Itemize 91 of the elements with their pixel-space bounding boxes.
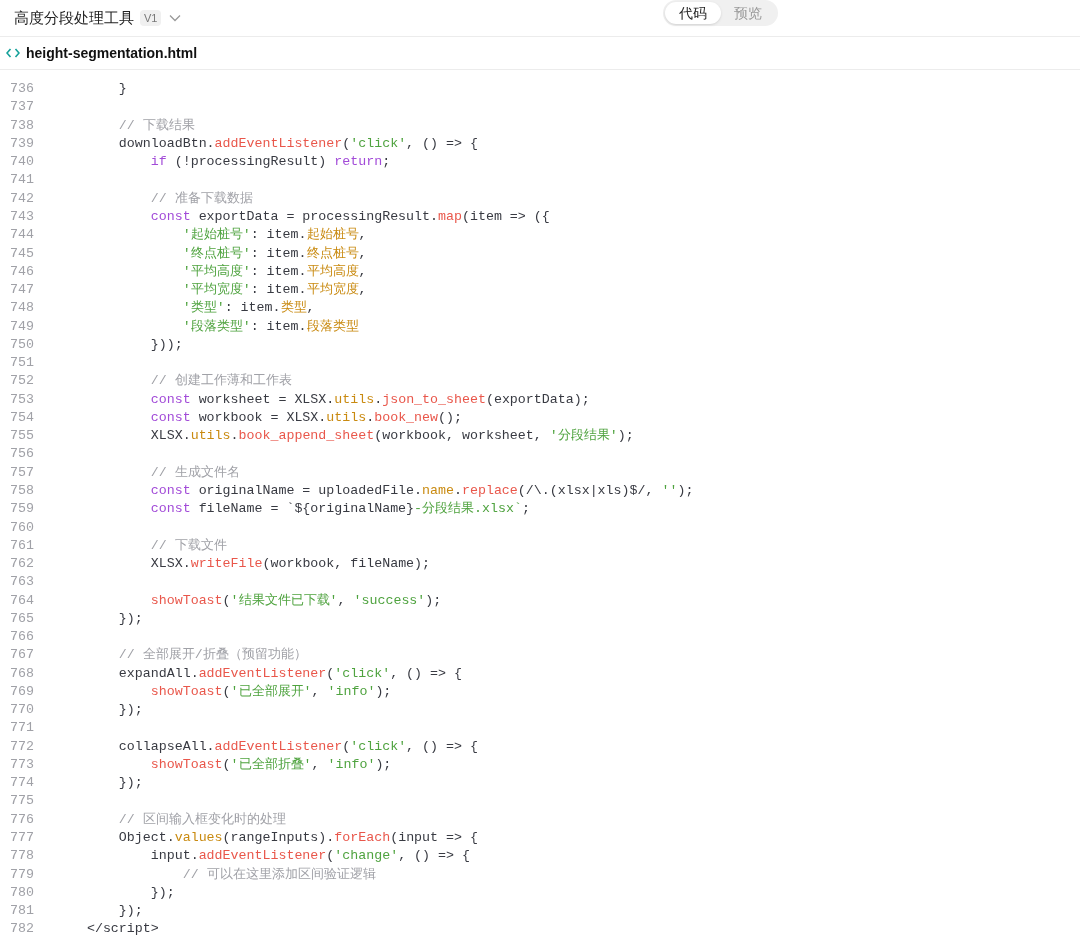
code-line: // 生成文件名: [149, 463, 240, 482]
code-line: const originalName = uploadedFile.name.replace(/\.(xlsx|xls)$/, '');: [149, 481, 694, 500]
line-number: 745: [9, 244, 35, 263]
code-line: });: [149, 883, 175, 902]
code-line: </script>: [85, 920, 159, 939]
code-line: '平均高度': item.平均高度,: [181, 262, 367, 281]
code-line: });: [117, 701, 143, 720]
file-name: height-segmentation.html: [26, 43, 198, 63]
line-number: 755: [9, 427, 35, 446]
app-title: 高度分段处理工具: [14, 7, 134, 28]
code-brackets-icon: [6, 48, 20, 58]
code-line: XLSX.utils.book_append_sheet(workbook, worksheet, '分段结果');: [149, 427, 634, 446]
line-number: 766: [9, 628, 35, 647]
code-line: // 下载文件: [149, 536, 227, 555]
line-number: 747: [9, 281, 35, 300]
line-number: 781: [9, 902, 35, 921]
line-number: 782: [9, 920, 35, 939]
line-number: 777: [9, 829, 35, 847]
code-line: // 全部展开/折叠（预留功能）: [117, 646, 307, 665]
line-number: 778: [9, 847, 35, 866]
line-number: 762: [9, 555, 35, 574]
code-line: showToast('已全部折叠', 'info');: [149, 755, 392, 774]
line-number: 736: [9, 80, 35, 99]
version-badge: V1: [140, 10, 162, 26]
line-number: 758: [9, 481, 35, 500]
line-number: 763: [9, 573, 35, 592]
line-number: 776: [9, 810, 35, 829]
code-line: input.addEventListener('change', () => {: [149, 847, 470, 866]
code-line: downloadBtn.addEventListener('click', () => {: [117, 134, 478, 153]
code-line: }: [117, 80, 127, 99]
code-line: '类型': item.类型,: [181, 299, 315, 318]
line-number: 744: [9, 226, 35, 245]
view-tab[interactable]: 代码: [665, 2, 721, 24]
code-line: const worksheet = XLSX.utils.json_to_sheet(exportData);: [149, 390, 590, 409]
code-line: const workbook = XLSX.utils.book_new();: [149, 408, 462, 427]
line-number: 741: [9, 171, 35, 190]
line-number: 770: [9, 701, 35, 720]
line-number: 754: [9, 408, 35, 427]
line-number: 759: [9, 500, 35, 519]
code-line: });: [117, 902, 143, 921]
code-line: '段落类型': item.段落类型: [181, 317, 359, 336]
line-number: 748: [9, 299, 35, 318]
line-number: 769: [9, 682, 35, 701]
code-line: showToast('已全部展开', 'info');: [149, 682, 392, 701]
line-number: 760: [9, 518, 35, 537]
code-line: XLSX.writeFile(workbook, fileName);: [149, 555, 431, 574]
code-line: '平均宽度': item.平均宽度,: [181, 281, 367, 300]
code-line: // 可以在这里添加区间验证逻辑: [181, 865, 376, 884]
code-line: Object.values(rangeInputs).forEach(input => {: [117, 829, 478, 847]
code-line: // 创建工作薄和工作表: [149, 372, 292, 391]
code-line: // 区间输入框变化时的处理: [117, 810, 286, 829]
line-number: 739: [9, 134, 35, 153]
code-line: collapseAll.addEventListener('click', () => {: [117, 737, 478, 756]
chevron-down-icon[interactable]: [169, 14, 182, 22]
line-number: 765: [9, 609, 35, 628]
line-number: 774: [9, 774, 35, 793]
line-number: 757: [9, 463, 35, 482]
code-line: // 下载结果: [117, 116, 195, 135]
line-number: 768: [9, 664, 35, 683]
line-number: 738: [9, 116, 35, 135]
code-line: });: [117, 774, 143, 793]
code-line: const fileName = `${originalName}-分段结果.xlsx`;: [149, 500, 530, 519]
code-line: // 准备下载数据: [149, 189, 253, 208]
line-number: 737: [9, 98, 35, 117]
code-line: }));: [149, 335, 183, 354]
line-number: 764: [9, 591, 35, 610]
code-line: if (!processingResult) return;: [149, 153, 391, 172]
line-number: 773: [9, 755, 35, 774]
line-number: 761: [9, 536, 35, 555]
code-line: showToast('结果文件已下载', 'success');: [149, 591, 442, 610]
line-number: 742: [9, 189, 35, 208]
line-number: 771: [9, 719, 35, 738]
line-number: 746: [9, 262, 35, 281]
line-number: 775: [9, 792, 35, 811]
code-line: expandAll.addEventListener('click', () => {: [117, 664, 462, 683]
line-number: 779: [9, 865, 35, 884]
line-number: 750: [9, 335, 35, 354]
line-number: 751: [9, 354, 35, 373]
code-line: });: [117, 609, 143, 628]
line-number: 740: [9, 153, 35, 172]
code-line: '终点桩号': item.终点桩号,: [181, 244, 367, 263]
line-number: 772: [9, 737, 35, 756]
code-line: const exportData = processingResult.map(item => ({: [149, 208, 550, 226]
line-number: 743: [9, 208, 35, 226]
line-number: 749: [9, 317, 35, 336]
line-number: 756: [9, 445, 35, 464]
line-number: 780: [9, 883, 35, 902]
line-number: 753: [9, 390, 35, 409]
code-line: '起始桩号': item.起始桩号,: [181, 226, 367, 245]
line-number: 752: [9, 372, 35, 391]
line-number: 767: [9, 646, 35, 665]
